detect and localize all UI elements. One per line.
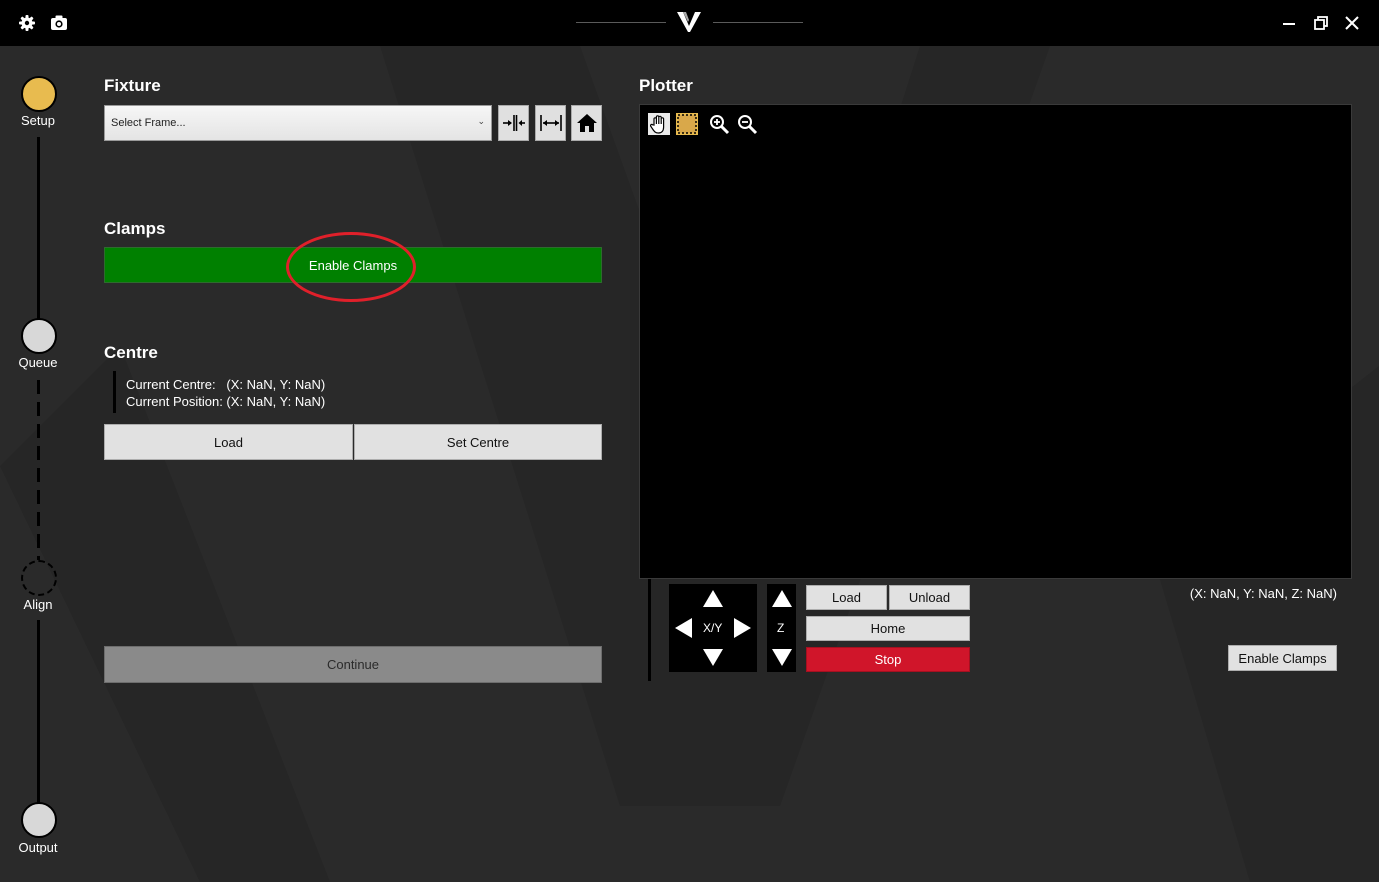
frame-select[interactable]: Select Frame... ⌄ [104, 105, 492, 141]
frame-select-value: Select Frame... [111, 117, 186, 129]
plotter-enable-clamps-label: Enable Clamps [1238, 650, 1327, 666]
continue-label: Continue [326, 657, 380, 672]
jog-down-arrow-icon[interactable] [703, 649, 723, 666]
clamp-out-button[interactable] [535, 105, 566, 141]
logo-divider-left [576, 22, 666, 23]
logo-divider-right [713, 22, 803, 23]
z-jog-pad: Z [767, 584, 796, 672]
restore-icon[interactable] [1310, 12, 1332, 34]
pan-hand-icon [650, 115, 665, 134]
step-align-label: Align [23, 597, 53, 612]
set-centre-label: Set Centre [446, 434, 510, 450]
stepper-connector-queue-align [37, 380, 40, 560]
camera-icon[interactable] [48, 12, 70, 34]
plotter-unload-label: Unload [908, 590, 951, 605]
plotter-title: Plotter [639, 76, 693, 95]
step-setup-label: Setup [21, 113, 55, 128]
home-button[interactable] [571, 105, 602, 141]
zoom-in-icon [710, 115, 730, 135]
stop-label: Stop [874, 652, 902, 667]
plotter-home-label: Home [870, 621, 906, 636]
continue-button[interactable]: Continue [104, 646, 602, 683]
plotter-load-button[interactable]: Load [806, 585, 887, 610]
clamps-title: Clamps [104, 219, 166, 238]
home-icon [576, 114, 597, 132]
stepper-connector-align-output [37, 620, 40, 803]
plotter-controls-divider [648, 579, 651, 681]
plotter-enable-clamps-button[interactable]: Enable Clamps [1228, 645, 1337, 671]
plotter-canvas[interactable] [639, 104, 1352, 579]
z-down-arrow-icon[interactable] [772, 649, 792, 666]
set-centre-button[interactable]: Set Centre [354, 424, 602, 460]
logo-v-icon [676, 10, 702, 34]
current-position-text: Current Position: (X: NaN, Y: NaN) [126, 394, 326, 409]
current-centre-text: Current Centre: (X: NaN, Y: NaN) [126, 377, 326, 392]
z-up-arrow-icon[interactable] [772, 590, 792, 607]
centre-load-button[interactable]: Load [104, 424, 353, 460]
stepper-connector-setup-queue [37, 137, 40, 320]
plotter-home-button[interactable]: Home [806, 616, 970, 641]
plotter-coordinates-readout: (X: NaN, Y: NaN, Z: NaN) [1189, 586, 1337, 601]
enable-clamps-button[interactable]: Enable Clamps [104, 247, 602, 283]
chevron-down-icon: ⌄ [477, 116, 485, 126]
step-queue-circle[interactable] [21, 318, 57, 354]
minimize-icon[interactable] [1278, 12, 1300, 34]
zoom-out-icon [738, 115, 758, 135]
jog-up-arrow-icon[interactable] [703, 590, 723, 607]
select-region-icon [677, 114, 697, 134]
centre-title: Centre [104, 343, 158, 362]
fixture-title: Fixture [104, 76, 161, 95]
select-region-button[interactable] [676, 113, 698, 135]
step-setup-circle[interactable] [21, 76, 57, 112]
clamp-in-icon [502, 115, 525, 131]
plotter-load-label: Load [832, 590, 861, 605]
step-output-label: Output [18, 840, 58, 855]
zoom-in-button[interactable] [708, 113, 730, 135]
title-bar [0, 0, 1379, 46]
app-window: Setup Queue Align Output Fixture Select … [0, 0, 1379, 882]
xy-label: X/Y [703, 621, 723, 635]
z-label: Z [777, 621, 785, 635]
close-icon[interactable] [1341, 12, 1363, 34]
step-align-circle[interactable] [21, 560, 57, 596]
jog-right-arrow-icon[interactable] [734, 618, 751, 638]
step-queue-label: Queue [18, 355, 58, 370]
clamp-in-button[interactable] [498, 105, 529, 141]
centre-load-label: Load [214, 434, 243, 450]
gear-icon[interactable] [16, 12, 38, 34]
zoom-out-button[interactable] [736, 113, 758, 135]
step-output-circle[interactable] [21, 802, 57, 838]
centre-info-bar [113, 371, 116, 413]
jog-left-arrow-icon[interactable] [675, 618, 692, 638]
stop-button[interactable]: Stop [806, 647, 970, 672]
plotter-unload-button[interactable]: Unload [889, 585, 970, 610]
enable-clamps-label: Enable Clamps [308, 257, 398, 273]
xy-jog-pad: X/Y [669, 584, 757, 672]
clamp-out-icon [539, 115, 562, 131]
pan-hand-button[interactable] [648, 113, 670, 135]
